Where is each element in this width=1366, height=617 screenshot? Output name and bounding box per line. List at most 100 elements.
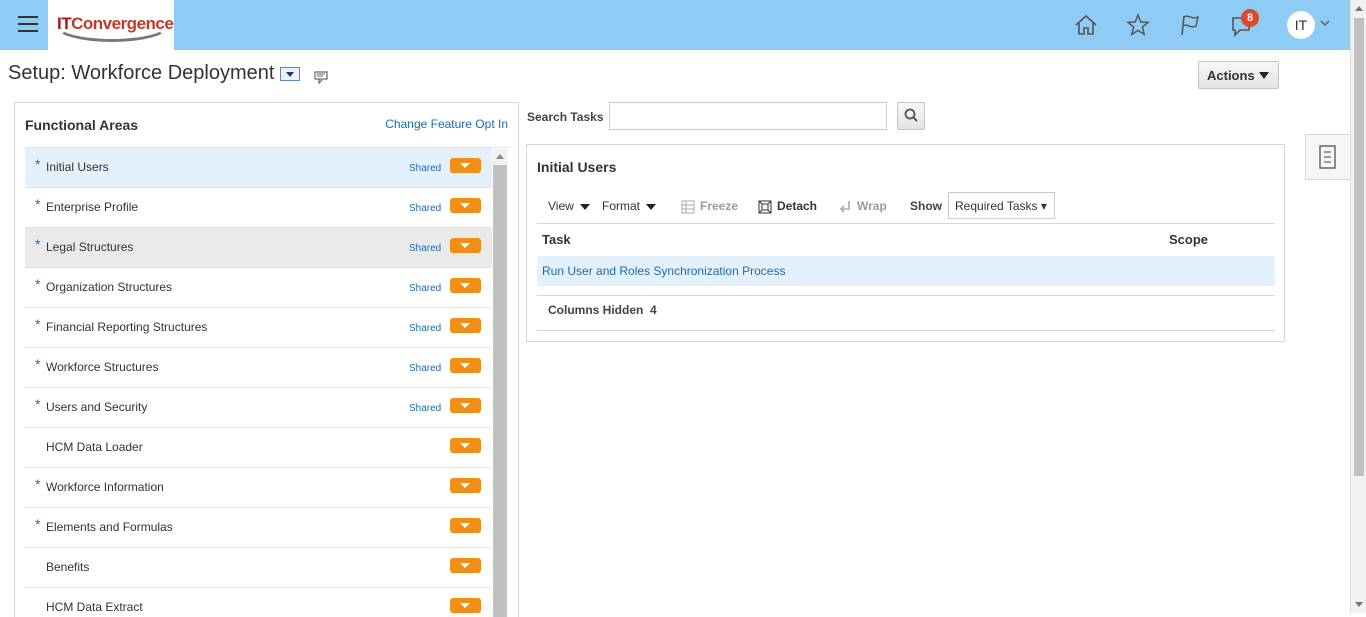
search-tasks-input[interactable] — [609, 102, 887, 130]
scrollbar-thumb[interactable] — [1354, 18, 1364, 476]
format-label: Format — [602, 199, 641, 213]
functional-area-row[interactable]: * Initial Users Shared — [25, 148, 492, 188]
logo-brand-text: Convergence — [71, 14, 174, 33]
required-asterisk: * — [35, 516, 41, 532]
scroll-up-arrow-icon[interactable] — [496, 154, 504, 159]
wrap-icon — [840, 200, 850, 213]
shared-label: Shared — [409, 243, 442, 254]
row-actions-button[interactable] — [450, 558, 481, 573]
functional-area-label: Workforce Information — [46, 480, 164, 494]
functional-areas-scrollbar[interactable] — [493, 149, 507, 617]
functional-area-row[interactable]: * Organization Structures Shared — [25, 268, 492, 308]
column-header-task[interactable]: Task — [542, 232, 571, 247]
functional-area-label: Benefits — [46, 560, 90, 574]
functional-areas-list: * Initial Users Shared * Enterprise Profile S… — [25, 148, 492, 617]
shared-label: Shared — [409, 283, 442, 294]
task-link[interactable]: Run User and Roles Synchronization Proce… — [542, 264, 785, 278]
shared-label: Shared — [409, 363, 442, 374]
row-actions-button[interactable] — [450, 438, 481, 453]
actions-label: Actions — [1207, 68, 1255, 83]
home-icon[interactable] — [1073, 12, 1099, 38]
required-asterisk: * — [35, 316, 41, 332]
functional-area-row[interactable]: * Elements and Formulas — [25, 508, 492, 548]
row-actions-button[interactable] — [450, 198, 481, 213]
functional-area-label: Workforce Structures — [46, 360, 159, 374]
functional-area-row[interactable]: HCM Data Loader — [25, 428, 492, 468]
scroll-down-arrow-icon[interactable] — [1355, 602, 1363, 607]
detach-button[interactable]: Detach — [758, 199, 817, 214]
logo-it-text: IT — [57, 14, 72, 33]
favorites-star-icon[interactable] — [1125, 12, 1151, 38]
columns-hidden-label: Columns Hidden — [548, 303, 644, 317]
row-actions-button[interactable] — [450, 238, 481, 253]
user-avatar[interactable]: IT — [1287, 11, 1315, 39]
functional-area-row[interactable]: Benefits — [25, 548, 492, 588]
scroll-up-arrow-icon[interactable] — [1355, 6, 1363, 11]
divider — [537, 223, 1275, 224]
functional-area-row[interactable]: * Enterprise Profile Shared — [25, 188, 492, 228]
show-select[interactable]: Required Tasks ▾ — [948, 192, 1055, 219]
caret-down-icon — [579, 203, 590, 210]
chevron-down-icon[interactable] — [1320, 20, 1330, 27]
row-actions-button[interactable] — [450, 518, 481, 533]
format-menu[interactable]: Format — [602, 199, 657, 213]
detach-icon — [758, 200, 772, 214]
watchlist-flag-icon[interactable] — [1177, 12, 1203, 38]
row-actions-button[interactable] — [450, 278, 481, 293]
freeze-icon — [681, 200, 695, 214]
functional-area-row[interactable]: * Workforce Information — [25, 468, 492, 508]
functional-areas-title: Functional Areas — [25, 117, 139, 133]
notifications-badge: 8 — [1241, 9, 1259, 27]
functional-area-label: HCM Data Extract — [46, 600, 143, 614]
functional-area-label: Elements and Formulas — [46, 520, 173, 534]
divider — [537, 295, 1275, 296]
scrollbar-thumb[interactable] — [493, 165, 507, 617]
side-panel-tab[interactable] — [1305, 134, 1350, 180]
column-header-scope[interactable]: Scope — [1169, 232, 1208, 247]
functional-area-row[interactable]: * Legal Structures Shared — [25, 228, 492, 268]
freeze-label: Freeze — [700, 199, 739, 213]
row-actions-button[interactable] — [450, 318, 481, 333]
functional-area-row[interactable]: * Workforce Structures Shared — [25, 348, 492, 388]
shared-label: Shared — [409, 203, 442, 214]
functional-area-label: Initial Users — [46, 160, 109, 174]
shared-label: Shared — [409, 403, 442, 414]
required-asterisk: * — [35, 356, 41, 372]
functional-area-row[interactable]: * Users and Security Shared — [25, 388, 492, 428]
view-menu[interactable]: View — [548, 199, 590, 213]
divider — [537, 330, 1275, 331]
actions-menu-button[interactable]: Actions — [1198, 61, 1279, 89]
required-asterisk: * — [35, 276, 41, 292]
tasks-panel-title: Initial Users — [537, 159, 617, 175]
help-icon[interactable] — [314, 70, 328, 84]
page-scrollbar[interactable] — [1350, 0, 1366, 613]
tasks-panel: Initial Users View Format Freeze Detach … — [526, 144, 1285, 342]
row-actions-button[interactable] — [450, 398, 481, 413]
search-button[interactable] — [897, 102, 925, 130]
caret-down-icon — [1259, 72, 1269, 79]
view-label: View — [548, 199, 574, 213]
detach-label: Detach — [777, 199, 818, 213]
functional-area-label: Financial Reporting Structures — [46, 320, 208, 334]
shared-label: Shared — [409, 163, 442, 174]
functional-area-row[interactable]: * Financial Reporting Structures Shared — [25, 308, 492, 348]
menu-icon[interactable] — [18, 16, 38, 32]
caret-down-icon — [646, 203, 657, 210]
required-asterisk: * — [35, 156, 41, 172]
required-asterisk: * — [35, 236, 41, 252]
row-actions-button[interactable] — [450, 358, 481, 373]
document-icon — [1319, 145, 1336, 169]
change-feature-opt-in-link[interactable]: Change Feature Opt In — [385, 117, 508, 131]
row-actions-button[interactable] — [450, 478, 481, 493]
wrap-button[interactable]: Wrap — [840, 199, 887, 214]
logo[interactable]: ITConvergence — [48, 0, 174, 50]
functional-area-label: Legal Structures — [46, 240, 134, 254]
table-row[interactable]: Run User and Roles Synchronization Proce… — [537, 256, 1275, 286]
row-actions-button[interactable] — [450, 158, 481, 173]
show-label: Show — [910, 199, 942, 213]
row-actions-button[interactable] — [450, 598, 481, 613]
shared-label: Shared — [409, 323, 442, 334]
title-dropdown-button[interactable] — [280, 67, 300, 81]
freeze-button[interactable]: Freeze — [681, 199, 738, 214]
functional-area-label: Organization Structures — [46, 280, 173, 294]
